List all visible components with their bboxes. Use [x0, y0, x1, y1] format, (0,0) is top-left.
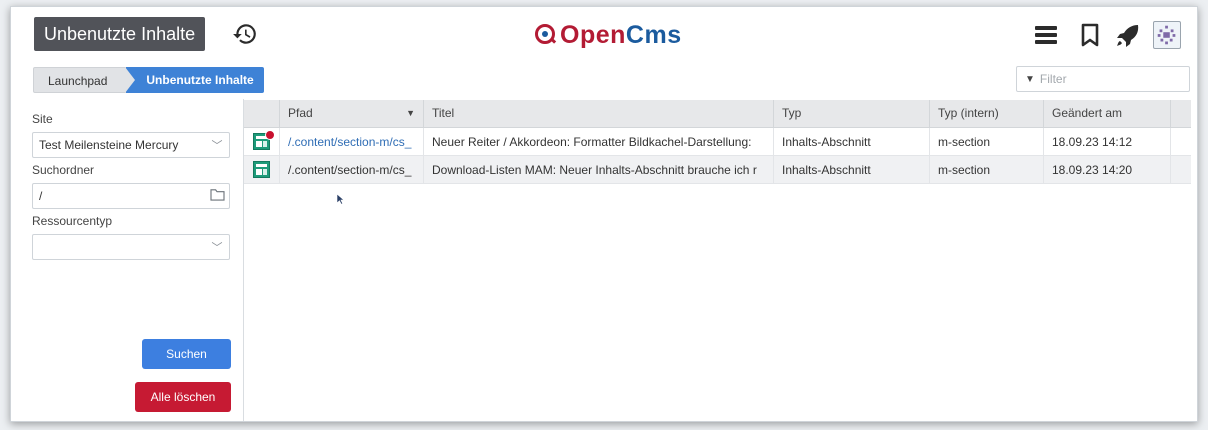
- opencms-logo-mark-icon: [535, 24, 557, 44]
- mouse-cursor-icon: [336, 193, 345, 205]
- col-header-modified[interactable]: Geändert am: [1044, 100, 1171, 128]
- row-path[interactable]: /.content/section-m/cs_: [280, 128, 424, 156]
- row-path[interactable]: /.content/section-m/cs_: [280, 156, 424, 184]
- folder-field[interactable]: /: [32, 183, 230, 209]
- site-label: Site: [32, 112, 53, 126]
- opencms-logo-text: OpenCms: [560, 21, 682, 50]
- row-title: Neuer Reiter / Akkordeon: Formatter Bild…: [424, 128, 774, 156]
- table-row[interactable]: /.content/section-m/cs_ Neuer Reiter / A…: [244, 128, 1191, 156]
- restype-label: Ressourcentyp: [32, 214, 113, 228]
- row-modified: 18.09.23 14:20: [1044, 156, 1171, 184]
- app-title: Unbenutzte Inhalte: [34, 17, 206, 51]
- filter-funnel-icon: ▼: [1025, 73, 1035, 85]
- clear-all-button[interactable]: Alle löschen: [135, 382, 231, 412]
- resource-icon-cell[interactable]: [244, 156, 280, 184]
- resource-icon-cell[interactable]: [244, 128, 280, 156]
- changed-state-dot: [265, 130, 275, 140]
- row-modified: 18.09.23 14:12: [1044, 128, 1171, 156]
- col-icon-header: [244, 100, 280, 128]
- rocket-icon[interactable]: [1115, 22, 1141, 48]
- chevron-down-icon: ﹀: [211, 140, 223, 152]
- app-header: Unbenutzte Inhalte OpenCms: [11, 7, 1197, 67]
- col-header-path-label: Pfad: [288, 106, 313, 120]
- col-header-title[interactable]: Titel: [424, 100, 774, 128]
- row-filler: [1171, 156, 1191, 184]
- col-header-filler: [1171, 100, 1191, 128]
- folder-icon[interactable]: [205, 188, 229, 204]
- chevron-down-icon: ﹀: [211, 242, 223, 254]
- row-filler: [1171, 128, 1191, 156]
- row-type: Inhalts-Abschnitt: [774, 156, 930, 184]
- results-table: Pfad ▼ Titel Typ Typ (intern) Geändert am…: [244, 100, 1191, 184]
- folder-label: Suchordner: [32, 163, 95, 177]
- table-header: Pfad ▼ Titel Typ Typ (intern) Geändert am: [244, 100, 1191, 128]
- search-button[interactable]: Suchen: [142, 339, 231, 369]
- filter-field[interactable]: ▼: [1016, 66, 1190, 92]
- sort-desc-icon: ▼: [406, 108, 415, 118]
- bookmark-icon[interactable]: [1077, 22, 1103, 48]
- breadcrumb-launchpad[interactable]: Launchpad: [33, 67, 136, 93]
- section-resource-icon: [253, 161, 270, 178]
- logo-text-open: Open: [560, 20, 626, 49]
- filter-input[interactable]: [1039, 72, 1180, 86]
- breadcrumb-current: Unbenutzte Inhalte: [126, 67, 264, 93]
- row-title: Download-Listen MAM: Neuer Inhalts-Absch…: [424, 156, 774, 184]
- breadcrumb: Launchpad Unbenutzte Inhalte: [33, 67, 264, 93]
- col-header-type[interactable]: Typ: [774, 100, 930, 128]
- table-row[interactable]: /.content/section-m/cs_ Download-Listen …: [244, 156, 1191, 184]
- folder-field-value: /: [39, 189, 43, 203]
- menu-icon[interactable]: [1033, 22, 1059, 48]
- row-internal-type: m-section: [930, 156, 1044, 184]
- opencms-logo: OpenCms: [534, 21, 682, 49]
- history-icon[interactable]: [232, 21, 258, 47]
- restype-select[interactable]: ﹀: [32, 234, 230, 260]
- logo-text-cms: Cms: [625, 20, 682, 49]
- row-internal-type: m-section: [930, 128, 1044, 156]
- site-select-value: Test Meilensteine Mercury: [39, 138, 179, 152]
- col-header-path[interactable]: Pfad ▼: [280, 100, 424, 128]
- row-type: Inhalts-Abschnitt: [774, 128, 930, 156]
- col-header-internal-type[interactable]: Typ (intern): [930, 100, 1044, 128]
- search-panel: Site Test Meilensteine Mercury ﹀ Suchord…: [11, 99, 244, 421]
- app-window: Unbenutzte Inhalte OpenCms Launchpad Unb…: [10, 6, 1198, 422]
- site-select[interactable]: Test Meilensteine Mercury ﹀: [32, 132, 230, 158]
- user-avatar-icon[interactable]: [1153, 21, 1181, 49]
